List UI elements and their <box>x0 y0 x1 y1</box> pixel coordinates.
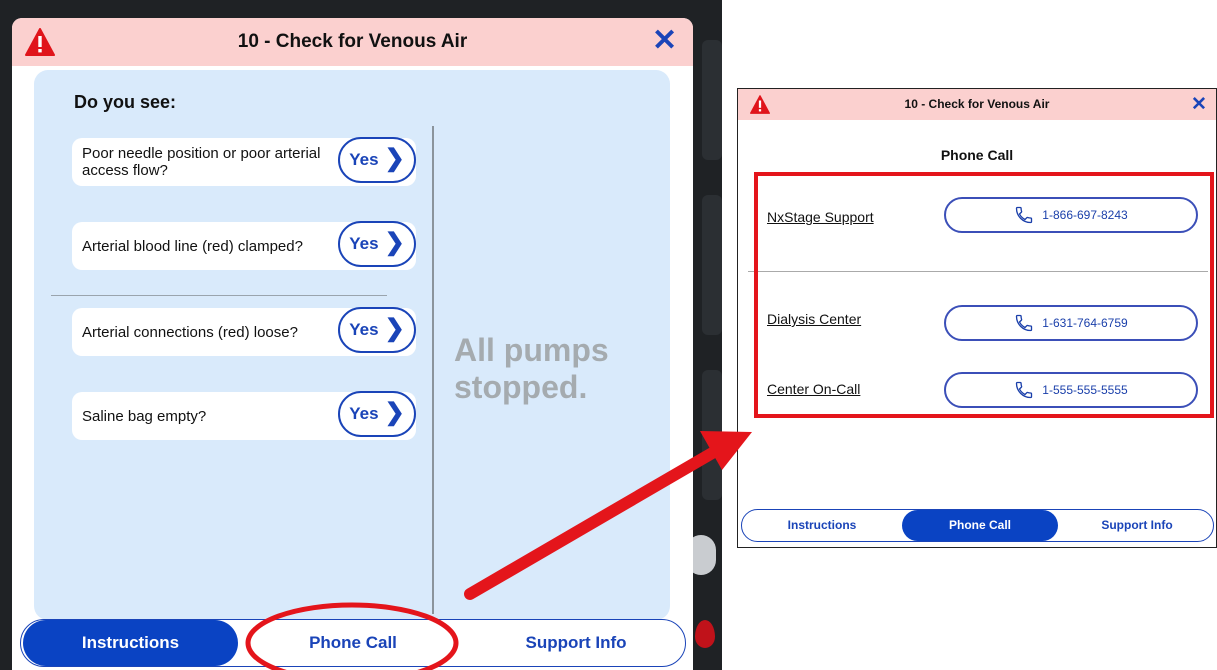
tab-bar: Instructions Phone Call Support Info <box>741 509 1214 542</box>
tab-phone-call[interactable]: Phone Call <box>249 620 457 666</box>
dialog-title: 10 - Check for Venous Air <box>237 31 468 52</box>
yes-label: Yes <box>349 150 379 169</box>
yes-label: Yes <box>349 234 379 253</box>
blood-drop-icon <box>695 620 715 648</box>
prompt-heading: Do you see: <box>74 92 177 112</box>
pump-status: All pumps stopped. <box>454 332 609 405</box>
highlight-box <box>754 172 1214 418</box>
background-panel <box>702 40 722 160</box>
yes-label: Yes <box>349 320 379 339</box>
yes-button[interactable]: Yes ❯ <box>338 307 416 353</box>
dialog-header: 10 - Check for Venous Air ✕ <box>738 89 1216 120</box>
tab-support-info[interactable]: Support Info <box>471 620 681 666</box>
yes-button[interactable]: Yes ❯ <box>338 221 416 267</box>
question-text: Arterial connections (red) loose? <box>82 323 298 341</box>
question-row: Arterial blood line (red) clamped? Yes ❯ <box>72 221 416 270</box>
question-text: Arterial blood line (red) clamped? <box>82 237 303 255</box>
question-row: Arterial connections (red) loose? Yes ❯ <box>72 307 416 356</box>
question-text: Saline bag empty? <box>82 407 207 425</box>
dialog-header: 10 - Check for Venous Air ✕ <box>12 18 693 66</box>
instructions-panel: Do you see: Poor needle position or poor… <box>34 70 670 620</box>
close-icon[interactable]: ✕ <box>652 26 677 56</box>
alarm-dialog: 10 - Check for Venous Air ✕ Do you see: … <box>12 18 693 670</box>
yes-button[interactable]: Yes ❯ <box>338 137 416 183</box>
background-panel <box>702 370 722 500</box>
question-row: Saline bag empty? Yes ❯ <box>72 391 416 440</box>
tab-instructions[interactable]: Instructions <box>23 620 238 666</box>
chevron-right-icon: ❯ <box>384 399 405 426</box>
yes-label: Yes <box>349 404 379 423</box>
question-text: Poor needle position or poor arterial ac… <box>82 145 321 179</box>
chevron-right-icon: ❯ <box>384 229 405 256</box>
chevron-right-icon: ❯ <box>384 315 405 342</box>
close-icon[interactable]: ✕ <box>1191 95 1207 114</box>
tab-bar: Instructions Phone Call Support Info <box>20 619 686 667</box>
yes-button[interactable]: Yes ❯ <box>338 391 416 437</box>
tab-phone-call[interactable]: Phone Call <box>902 510 1058 541</box>
vertical-divider <box>432 126 434 614</box>
chevron-right-icon: ❯ <box>384 145 405 172</box>
question-row: Poor needle position or poor arterial ac… <box>72 137 416 186</box>
background-panel <box>702 195 722 335</box>
divider <box>51 295 387 296</box>
tab-instructions[interactable]: Instructions <box>746 510 898 541</box>
section-title: Phone Call <box>940 147 1014 163</box>
tab-support-info[interactable]: Support Info <box>1064 510 1210 541</box>
dialog-title: 10 - Check for Venous Air <box>904 97 1050 111</box>
